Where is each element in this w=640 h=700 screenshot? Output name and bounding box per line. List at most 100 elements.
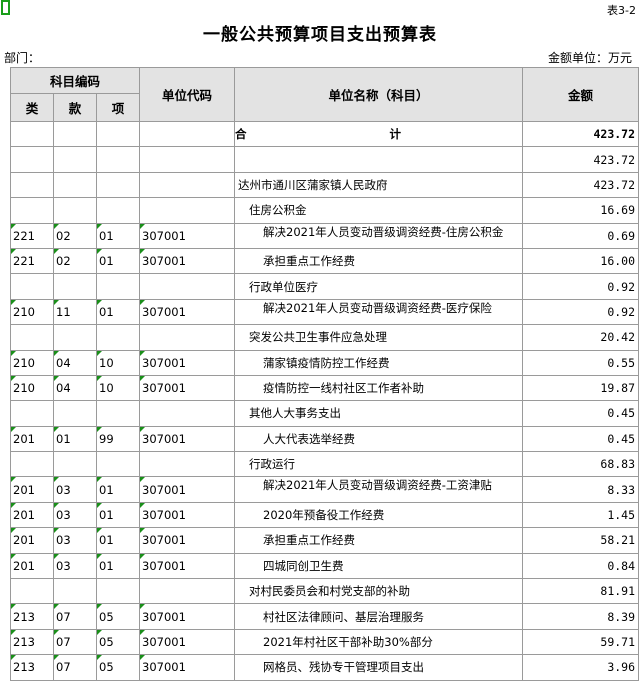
cell-xiang[interactable]: 01	[95, 527, 141, 554]
cell-amount[interactable]: 423.72	[522, 120, 640, 148]
cell-amount[interactable]: 0.84	[522, 552, 640, 580]
cell-unit-name[interactable]: 承担重点工作经费	[234, 527, 524, 554]
cell-unit-code[interactable]: 307001	[139, 552, 236, 580]
header-subject-code[interactable]: 科目编码	[9, 67, 141, 94]
cell-lei[interactable]	[10, 451, 54, 478]
cell-amount[interactable]: 16.69	[522, 197, 640, 224]
cell-xiang[interactable]: 01	[95, 476, 141, 503]
cell-xiang[interactable]: 05	[95, 628, 141, 656]
cell-unit-name[interactable]: 蒲家镇疫情防控工作经费	[234, 349, 524, 376]
cell-lei[interactable]	[10, 273, 54, 300]
header-lei[interactable]: 类	[10, 93, 54, 122]
cell-xiang[interactable]: 01	[95, 247, 141, 275]
cell-xiang[interactable]: 05	[95, 603, 141, 630]
cell-unit-name[interactable]: 承担重点工作经费	[234, 247, 524, 275]
cell-xiang[interactable]	[95, 273, 141, 300]
cell-amount[interactable]: 0.69	[522, 222, 640, 249]
cell-unit-code[interactable]	[139, 273, 236, 300]
cell-lei[interactable]: 201	[10, 552, 54, 580]
cell-amount[interactable]: 59.71	[522, 628, 640, 656]
cell-amount[interactable]: 8.33	[522, 476, 640, 503]
cell-kuan[interactable]: 04	[53, 374, 97, 402]
cell-unit-name[interactable]: 行政单位医疗	[234, 273, 524, 300]
cell-amount[interactable]: 0.45	[522, 425, 640, 453]
cell-unit-code[interactable]: 307001	[139, 349, 236, 376]
cell-unit-name[interactable]: 达州市通川区蒲家镇人民政府	[234, 171, 524, 199]
cell-amount[interactable]: 16.00	[522, 247, 640, 275]
cell-lei[interactable]: 201	[10, 501, 54, 529]
cell-unit-name[interactable]: 解决2021年人员变动晋级调资经费-住房公积金	[234, 222, 524, 249]
cell-xiang[interactable]: 01	[95, 298, 141, 326]
cell-unit-name[interactable]: 村社区法律顾问、基层治理服务	[234, 603, 524, 630]
cell-xiang[interactable]: 01	[95, 222, 141, 249]
cell-lei[interactable]: 213	[10, 628, 54, 656]
cell-unit-code[interactable]	[139, 578, 236, 605]
cell-unit-name[interactable]: 2021年村社区干部补助30%部分	[234, 628, 524, 656]
cell-kuan[interactable]	[53, 578, 97, 605]
header-unit-name[interactable]: 单位名称（科目）	[234, 67, 524, 122]
cell-xiang[interactable]	[95, 197, 141, 224]
cell-unit-code[interactable]: 307001	[139, 425, 236, 453]
cell-unit-code[interactable]	[139, 400, 236, 427]
cell-unit-name[interactable]: 住房公积金	[234, 197, 524, 224]
cell-xiang[interactable]	[95, 324, 141, 351]
cell-kuan[interactable]	[53, 146, 97, 173]
cell-xiang[interactable]	[95, 120, 141, 148]
cell-xiang[interactable]: 05	[95, 654, 141, 681]
cell-unit-code[interactable]: 307001	[139, 298, 236, 326]
header-xiang[interactable]: 项	[95, 93, 141, 122]
cell-lei[interactable]: 201	[10, 527, 54, 554]
cell-unit-name[interactable]: 2020年预备役工作经费	[234, 501, 524, 529]
cell-amount[interactable]: 3.96	[522, 654, 640, 681]
cell-kuan[interactable]: 07	[53, 603, 97, 630]
cell-xiang[interactable]: 01	[95, 501, 141, 529]
cell-unit-name[interactable]: 人大代表选举经费	[234, 425, 524, 453]
cell-xiang[interactable]	[95, 578, 141, 605]
cell-lei[interactable]	[10, 171, 54, 199]
cell-xiang[interactable]	[95, 146, 141, 173]
cell-unit-code[interactable]: 307001	[139, 527, 236, 554]
cell-lei[interactable]	[10, 578, 54, 605]
cell-lei[interactable]: 221	[10, 247, 54, 275]
cell-unit-name[interactable]: 突发公共卫生事件应急处理	[234, 324, 524, 351]
cell-unit-name[interactable]	[234, 146, 524, 173]
cell-kuan[interactable]: 02	[53, 247, 97, 275]
cell-amount[interactable]: 19.87	[522, 374, 640, 402]
cell-lei[interactable]: 210	[10, 349, 54, 376]
cell-kuan[interactable]	[53, 400, 97, 427]
cell-kuan[interactable]: 11	[53, 298, 97, 326]
cell-kuan[interactable]: 03	[53, 476, 97, 503]
cell-kuan[interactable]: 04	[53, 349, 97, 376]
cell-unit-name[interactable]: 解决2021年人员变动晋级调资经费-医疗保险	[234, 298, 524, 326]
header-unit-code[interactable]: 单位代码	[139, 67, 236, 122]
cell-amount[interactable]: 0.45	[522, 400, 640, 427]
cell-kuan[interactable]: 03	[53, 501, 97, 529]
cell-xiang[interactable]: 01	[95, 552, 141, 580]
cell-unit-name[interactable]: 行政运行	[234, 451, 524, 478]
cell-lei[interactable]: 213	[10, 603, 54, 630]
cell-xiang[interactable]: 99	[95, 425, 141, 453]
cell-lei[interactable]: 213	[10, 654, 54, 681]
cell-kuan[interactable]: 01	[53, 425, 97, 453]
cell-unit-name[interactable]: 合 计	[234, 120, 524, 148]
cell-amount[interactable]: 423.72	[522, 146, 640, 173]
cell-amount[interactable]: 81.91	[522, 578, 640, 605]
cell-xiang[interactable]	[95, 171, 141, 199]
cell-unit-code[interactable]: 307001	[139, 247, 236, 275]
cell-lei[interactable]	[10, 197, 54, 224]
cell-unit-code[interactable]	[139, 120, 236, 148]
cell-lei[interactable]	[10, 400, 54, 427]
cell-amount[interactable]: 0.92	[522, 273, 640, 300]
cell-lei[interactable]: 210	[10, 298, 54, 326]
cell-amount[interactable]: 0.92	[522, 298, 640, 326]
cell-unit-code[interactable]: 307001	[139, 501, 236, 529]
cell-unit-code[interactable]: 307001	[139, 628, 236, 656]
cell-kuan[interactable]: 07	[53, 654, 97, 681]
cell-amount[interactable]: 8.39	[522, 603, 640, 630]
cell-unit-code[interactable]	[139, 146, 236, 173]
cell-lei[interactable]	[10, 146, 54, 173]
cell-amount[interactable]: 20.42	[522, 324, 640, 351]
cell-unit-code[interactable]: 307001	[139, 374, 236, 402]
cell-kuan[interactable]: 03	[53, 527, 97, 554]
cell-unit-code[interactable]: 307001	[139, 654, 236, 681]
